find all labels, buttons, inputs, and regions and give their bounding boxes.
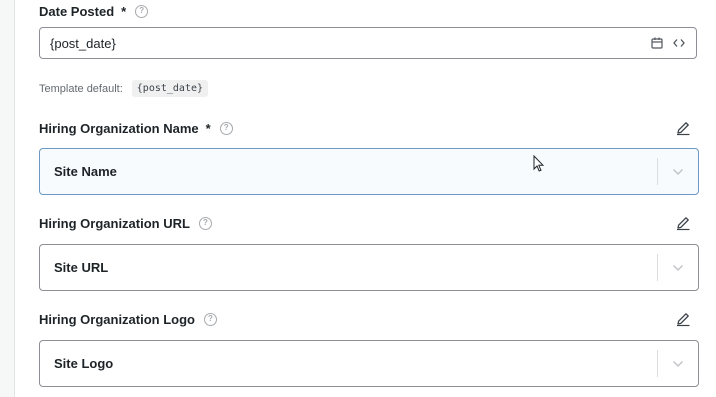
hiring-org-url-label-row: Hiring Organization URL ? <box>39 213 212 233</box>
template-default-label: Template default: <box>39 82 123 95</box>
date-posted-label: Date Posted <box>39 3 115 19</box>
hiring-org-name-label: Hiring Organization Name <box>39 120 199 136</box>
code-icon[interactable] <box>668 33 690 53</box>
hiring-org-name-selected[interactable]: Site Name <box>40 164 657 179</box>
date-posted-input[interactable]: {post_date} <box>39 27 697 59</box>
hiring-org-logo-label: Hiring Organization Logo <box>39 311 195 327</box>
template-default-row: Template default: {post_date} <box>39 80 209 97</box>
hiring-org-logo-selected[interactable]: Site Logo <box>40 356 657 371</box>
hiring-org-url-selected[interactable]: Site URL <box>40 260 657 275</box>
hiring-org-name-label-row: Hiring Organization Name * ? <box>39 118 233 138</box>
template-default-code: {post_date} <box>131 80 209 97</box>
required-marker: * <box>205 120 211 136</box>
hiring-org-logo-label-row: Hiring Organization Logo ? <box>39 309 217 329</box>
settings-panel: Date Posted * ? {post_date} Template def… <box>14 0 716 397</box>
edit-pencil-icon[interactable] <box>673 213 693 233</box>
help-icon[interactable]: ? <box>135 4 149 18</box>
date-posted-label-row: Date Posted * ? <box>39 1 149 21</box>
edit-pencil-icon[interactable] <box>673 118 693 138</box>
date-posted-value[interactable]: {post_date} <box>40 36 646 51</box>
hiring-org-url-select[interactable]: Site URL <box>39 244 699 291</box>
hiring-org-logo-select[interactable]: Site Logo <box>39 340 699 387</box>
help-icon[interactable]: ? <box>204 312 217 326</box>
hiring-org-name-select[interactable]: Site Name <box>39 148 699 195</box>
chevron-down-icon[interactable] <box>658 245 698 290</box>
mouse-cursor-icon <box>533 154 545 177</box>
chevron-down-icon[interactable] <box>658 341 698 386</box>
required-marker: * <box>121 3 127 19</box>
calendar-icon[interactable] <box>646 33 668 53</box>
help-icon[interactable]: ? <box>198 216 212 230</box>
chevron-down-icon[interactable] <box>658 149 698 194</box>
help-icon[interactable]: ? <box>219 121 233 135</box>
hiring-org-url-label: Hiring Organization URL <box>39 215 190 231</box>
edit-pencil-icon[interactable] <box>673 309 693 329</box>
